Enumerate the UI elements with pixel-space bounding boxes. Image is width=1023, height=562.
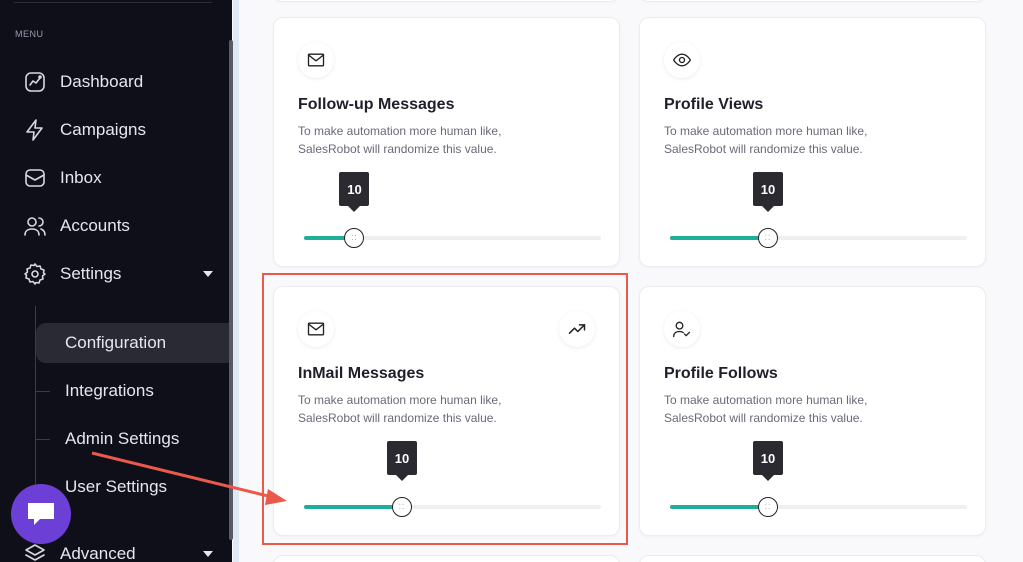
sidebar-item-accounts[interactable]: Accounts xyxy=(22,211,130,241)
slider-fill xyxy=(670,505,768,509)
chevron-down-icon[interactable] xyxy=(203,271,213,277)
user-check-icon xyxy=(664,311,700,347)
value-slider[interactable]: 10 ⁚⁚ xyxy=(304,172,601,248)
card-partial xyxy=(639,0,986,2)
slider-value-tooltip: 10 xyxy=(753,441,783,481)
card-title: Follow-up Messages xyxy=(298,96,455,113)
card-partial xyxy=(639,555,986,562)
slider-thumb[interactable]: ⁚⁚ xyxy=(344,228,365,248)
card-description: To make automation more human like, Sale… xyxy=(664,393,868,425)
sidebar-item-campaigns[interactable]: Campaigns xyxy=(22,115,146,145)
mail-icon xyxy=(298,42,334,78)
sidebar: MENU Dashboard Campaigns Inbox Accounts … xyxy=(0,0,233,562)
slider-thumb[interactable]: ⁚⁚ xyxy=(758,228,778,248)
sidebar-subitem-configuration[interactable]: Configuration xyxy=(36,323,232,363)
sidebar-subitem-label: Admin Settings xyxy=(65,429,180,448)
sidebar-subitem-label: Configuration xyxy=(65,333,167,352)
card-profile-follows: Profile Follows To make automation more … xyxy=(639,286,986,536)
chat-button[interactable] xyxy=(11,484,71,544)
value-slider[interactable]: 10 ⁚⁚ xyxy=(670,172,967,248)
sidebar-item-inbox[interactable]: Inbox xyxy=(22,163,102,193)
card-description: To make automation more human like, Sale… xyxy=(664,124,868,156)
card-follow-up-messages: Follow-up Messages To make automation mo… xyxy=(273,17,620,267)
sidebar-item-label: Dashboard xyxy=(60,72,144,91)
chevron-down-icon[interactable] xyxy=(203,551,213,557)
users-icon xyxy=(22,213,48,239)
slider-value-tooltip: 10 xyxy=(753,172,783,212)
gear-icon xyxy=(22,261,48,287)
sidebar-item-label: Settings xyxy=(60,264,122,283)
value-slider[interactable]: 10 ⁚⁚ xyxy=(670,441,967,517)
sidebar-item-settings[interactable]: Settings xyxy=(22,259,121,289)
chat-icon xyxy=(28,503,54,525)
card-title: Profile Follows xyxy=(664,365,778,382)
sidebar-item-label: Advanced xyxy=(60,544,136,562)
divider xyxy=(14,2,212,3)
slider-fill xyxy=(670,236,768,240)
sidebar-subitem-label: Integrations xyxy=(65,381,154,400)
sidebar-item-label: Campaigns xyxy=(60,120,146,139)
sidebar-item-dashboard[interactable]: Dashboard xyxy=(22,67,143,97)
sidebar-item-label: Inbox xyxy=(60,168,102,187)
card-description: To make automation more human like, Sale… xyxy=(298,124,502,156)
card-profile-views: Profile Views To make automation more hu… xyxy=(639,17,986,267)
dashboard-icon xyxy=(22,69,48,95)
slider-thumb[interactable]: ⁚⁚ xyxy=(758,497,778,517)
slider-value-tooltip: 10 xyxy=(339,172,370,212)
sidebar-item-label: Accounts xyxy=(60,216,130,235)
sidebar-subitem-admin-settings[interactable]: Admin Settings xyxy=(36,419,179,459)
card-partial xyxy=(273,0,620,2)
highlight-box xyxy=(262,273,628,545)
card-partial xyxy=(273,555,620,562)
sidebar-edge xyxy=(233,0,239,562)
sidebar-subitem-label: User Settings xyxy=(65,477,168,496)
menu-heading: MENU xyxy=(15,29,44,39)
lightning-icon xyxy=(22,117,48,143)
layers-icon xyxy=(22,541,48,562)
sidebar-subitem-integrations[interactable]: Integrations xyxy=(36,371,154,411)
eye-icon xyxy=(664,42,700,78)
inbox-icon xyxy=(22,165,48,191)
card-title: Profile Views xyxy=(664,96,764,113)
